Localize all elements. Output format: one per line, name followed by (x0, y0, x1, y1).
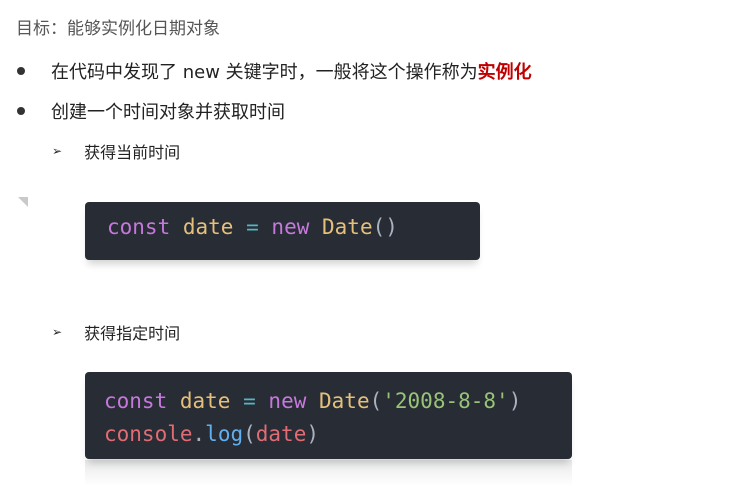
bullet-text: 创建一个时间对象并获取时间 (51, 102, 285, 123)
code-keyword: new (268, 389, 307, 413)
code-object: console (104, 422, 193, 446)
code-punctuation: ) (508, 389, 522, 413)
code-operator: = (246, 215, 259, 239)
emphasis-text: 实例化 (477, 62, 532, 83)
code-line: const date = new Date() (107, 215, 398, 239)
code-operator: = (243, 389, 256, 413)
bullet-dot-icon (17, 67, 25, 75)
arrow-bullet-icon: ➢ (52, 144, 63, 158)
code-keyword: const (107, 215, 171, 239)
bullet-item-create-date: 创建一个时间对象并获取时间 (16, 98, 285, 124)
code-punctuation: ( (369, 389, 383, 413)
code-block-current-date: const date = new Date() (85, 202, 480, 260)
bullet-text: 在代码中发现了 new 关键字时，一般将这个操作称为 (51, 62, 478, 83)
code-class: Date (319, 389, 370, 413)
subitem-text: 获得当前时间 (84, 143, 181, 162)
code-string: '2008-8-8' (382, 389, 509, 413)
code-line: console.log(date) (104, 418, 572, 451)
code-punctuation: ( (243, 422, 256, 446)
code-punctuation: ) (306, 422, 319, 446)
subitem-current-time: ➢ 获得当前时间 (52, 139, 180, 163)
code-punctuation: () (372, 215, 398, 239)
code-keyword: const (104, 389, 168, 413)
subitem-specified-time: ➢ 获得指定时间 (52, 320, 180, 344)
code-keyword: new (271, 215, 310, 239)
arrow-bullet-icon: ➢ (52, 325, 63, 339)
code-argument: date (255, 422, 307, 446)
corner-marker-icon (18, 197, 28, 207)
code-block-reflection (85, 460, 572, 486)
objective-heading: 目标：能够实例化日期对象 (16, 19, 220, 39)
code-variable: date (182, 215, 234, 239)
code-line: const date = new Date('2008-8-8') (104, 385, 572, 418)
code-block-specified-date: const date = new Date('2008-8-8') console… (85, 372, 572, 459)
bullet-dot-icon (17, 107, 25, 115)
code-function: log (205, 422, 244, 446)
code-punctuation: . (192, 422, 206, 446)
bullet-item-instantiation: 在代码中发现了 new 关键字时，一般将这个操作称为 实例化 (16, 58, 532, 84)
subitem-text: 获得指定时间 (84, 324, 181, 343)
code-variable: date (179, 389, 231, 413)
code-class: Date (322, 215, 373, 239)
